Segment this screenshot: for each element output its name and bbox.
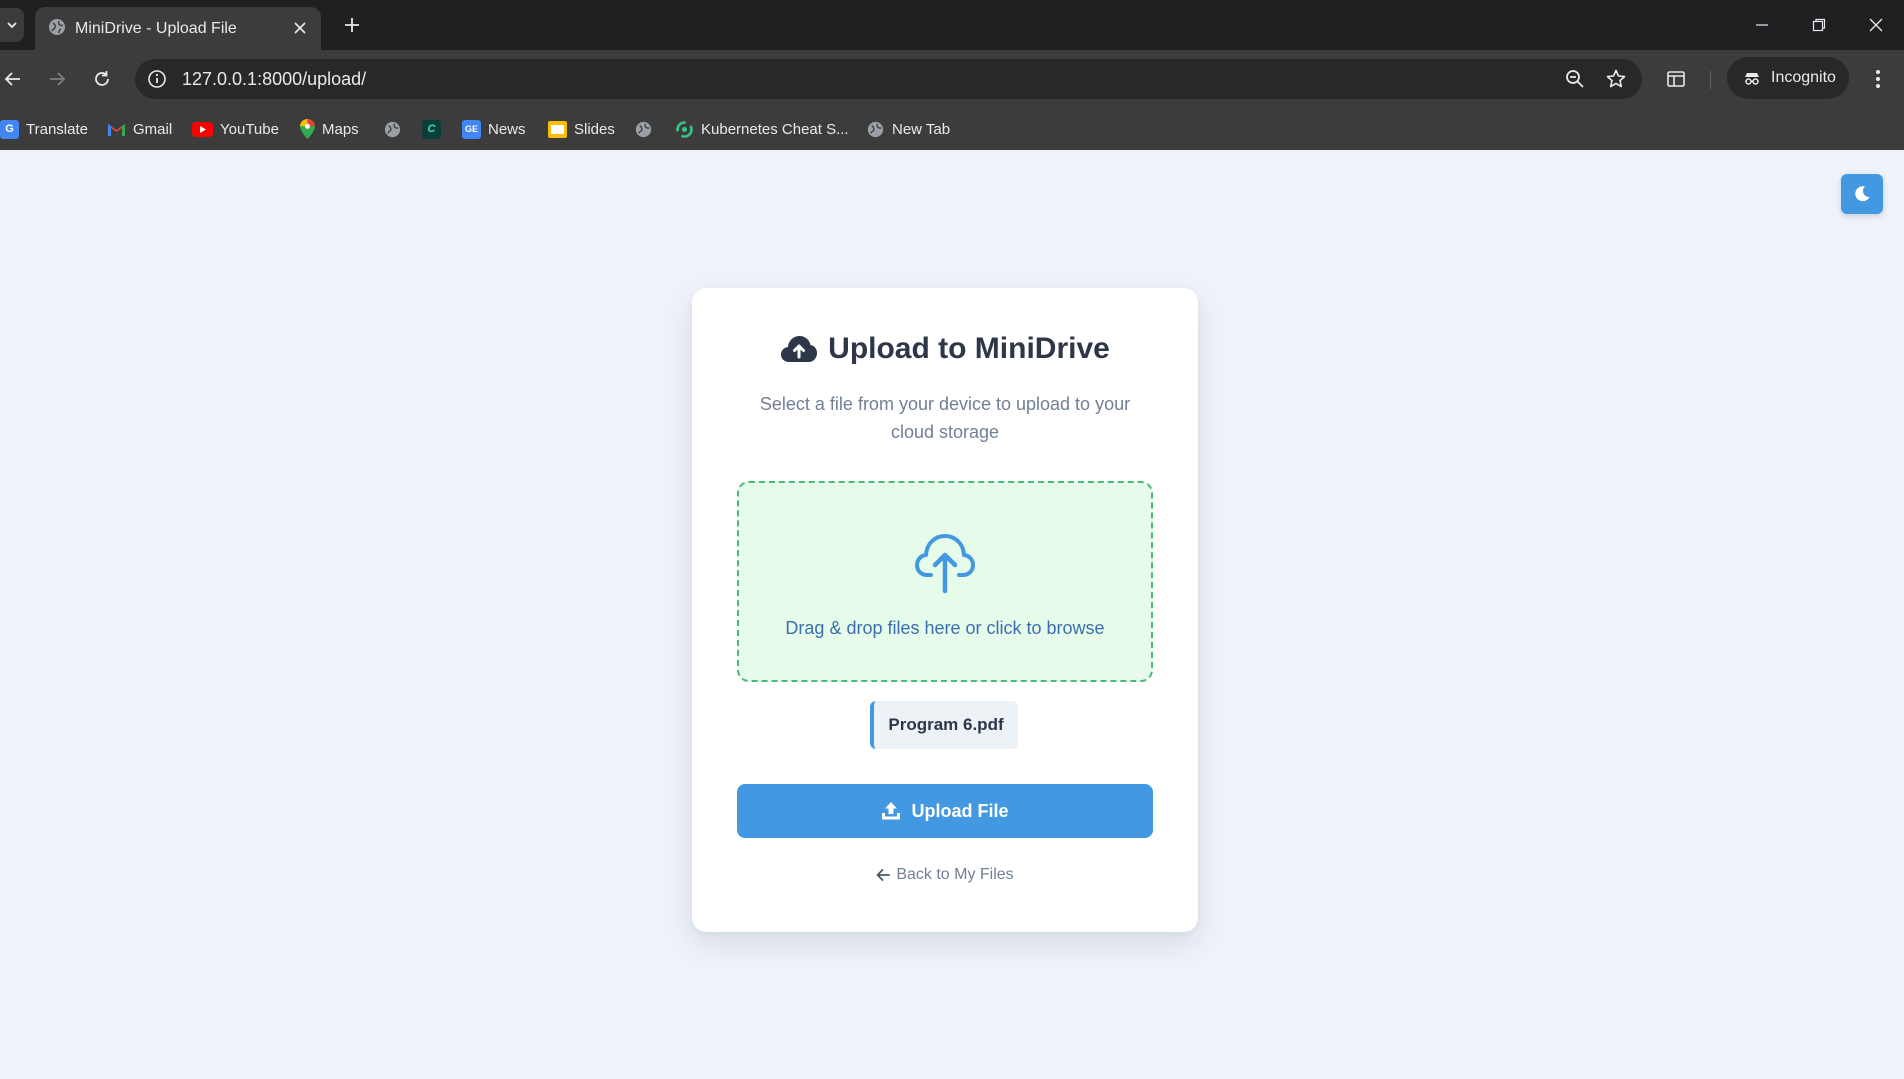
slides-icon <box>548 120 567 138</box>
kubernetes-icon <box>676 120 693 138</box>
file-dropzone[interactable]: Drag & drop files here or click to brows… <box>737 481 1153 682</box>
bookmark-star-icon[interactable] <box>1605 68 1627 90</box>
c-logo-icon: C <box>422 119 441 139</box>
arrow-right-icon <box>50 72 66 86</box>
toolbar-separator <box>1710 71 1711 89</box>
bookmark-label: Kubernetes Cheat S... <box>701 120 849 138</box>
tab-title: MiniDrive - Upload File <box>75 20 237 37</box>
dropzone-text: Drag & drop files here or click to brows… <box>785 618 1105 638</box>
side-panel-icon <box>1667 71 1685 87</box>
reload-button[interactable] <box>86 63 118 95</box>
zoom-icon[interactable] <box>1564 68 1586 90</box>
globe-icon <box>635 121 652 137</box>
upload-file-button[interactable]: Upload File <box>737 784 1153 838</box>
page-subtitle: Select a file from your device to upload… <box>759 394 1131 442</box>
bookmark-label: Gmail <box>133 120 173 138</box>
bookmark-label: YouTube <box>220 120 279 138</box>
bookmark-kubernetes[interactable]: Kubernetes Cheat S... <box>675 118 849 140</box>
globe-icon <box>49 19 65 35</box>
reload-icon <box>95 71 109 86</box>
bookmark-c-site[interactable]: C <box>422 118 441 140</box>
bookmark-label: News <box>488 120 526 138</box>
window-controls <box>1733 0 1904 50</box>
address-bar[interactable]: 127.0.0.1:8000/upload/ <box>135 59 1642 99</box>
info-icon[interactable] <box>146 68 168 90</box>
incognito-indicator[interactable]: Incognito <box>1727 57 1849 99</box>
incognito-label: Incognito <box>1771 69 1836 86</box>
arrow-left-icon <box>4 72 20 86</box>
browser-tab-bar: MiniDrive - Upload File <box>0 0 1904 50</box>
bookmarks-bar: G Translate Gmail YouTube Maps C GE News… <box>0 108 1904 150</box>
moon-icon <box>1855 186 1870 202</box>
browser-toolbar: 127.0.0.1:8000/upload/ Incognito <box>0 50 1904 108</box>
back-link-label: Back to My Files <box>896 866 1014 883</box>
side-panel-button[interactable] <box>1660 63 1692 95</box>
cloud-upload-icon <box>781 336 818 362</box>
bookmark-label: Translate <box>26 120 88 138</box>
tab-close-button[interactable] <box>289 17 311 39</box>
chevron-down-icon <box>7 22 17 29</box>
tab-search-button[interactable] <box>0 8 24 42</box>
upload-card: Upload to MiniDrive Select a file from y… <box>692 288 1198 932</box>
forward-button[interactable] <box>41 63 73 95</box>
globe-icon <box>867 121 884 137</box>
bookmark-gmail[interactable]: Gmail <box>107 118 172 140</box>
bookmark-translate[interactable]: G Translate <box>0 118 88 140</box>
google-news-icon: GE <box>462 119 481 139</box>
bookmark-slides[interactable]: Slides <box>548 118 615 140</box>
new-tab-button[interactable] <box>338 11 366 39</box>
upload-icon <box>882 802 901 820</box>
bookmark-maps[interactable]: Maps <box>300 118 359 140</box>
page-title: Upload to MiniDrive <box>692 332 1198 366</box>
arrow-left-icon <box>876 869 891 881</box>
browser-menu-button[interactable] <box>1862 63 1894 95</box>
upload-button-label: Upload File <box>911 800 1009 821</box>
close-window-button[interactable] <box>1847 0 1904 50</box>
bookmark-news[interactable]: GE News <box>462 118 526 140</box>
minimize-button[interactable] <box>1733 0 1790 50</box>
close-icon <box>1869 18 1882 32</box>
page-title-text: Upload to MiniDrive <box>828 332 1110 365</box>
bookmark-globe-1[interactable] <box>383 118 402 140</box>
bookmark-globe-2[interactable] <box>634 118 653 140</box>
restore-button[interactable] <box>1790 0 1847 50</box>
minimize-icon <box>1755 24 1768 26</box>
globe-icon <box>384 121 401 137</box>
google-translate-icon: G <box>0 119 19 139</box>
gmail-icon <box>108 123 125 136</box>
url-text[interactable]: 127.0.0.1:8000/upload/ <box>182 69 366 90</box>
more-vert-icon <box>1876 70 1880 88</box>
bookmark-label: Slides <box>574 120 615 138</box>
back-to-files-link[interactable]: Back to My Files <box>692 866 1198 884</box>
bookmark-new-tab[interactable]: New Tab <box>866 118 950 140</box>
bookmark-youtube[interactable]: YouTube <box>192 118 279 140</box>
bookmark-label: Maps <box>322 120 359 138</box>
maps-icon <box>300 119 315 139</box>
close-icon <box>294 22 306 34</box>
back-button[interactable] <box>0 63 29 95</box>
theme-toggle-button[interactable] <box>1841 174 1883 214</box>
incognito-icon <box>1745 73 1759 85</box>
selected-file-chip: Program 6.pdf <box>870 701 1018 749</box>
bookmark-label: New Tab <box>892 120 951 138</box>
active-tab[interactable]: MiniDrive - Upload File <box>35 7 321 50</box>
youtube-icon <box>192 121 213 137</box>
plus-icon <box>345 18 359 32</box>
restore-icon <box>1812 18 1825 32</box>
cloud-upload-outline-icon <box>915 534 975 594</box>
